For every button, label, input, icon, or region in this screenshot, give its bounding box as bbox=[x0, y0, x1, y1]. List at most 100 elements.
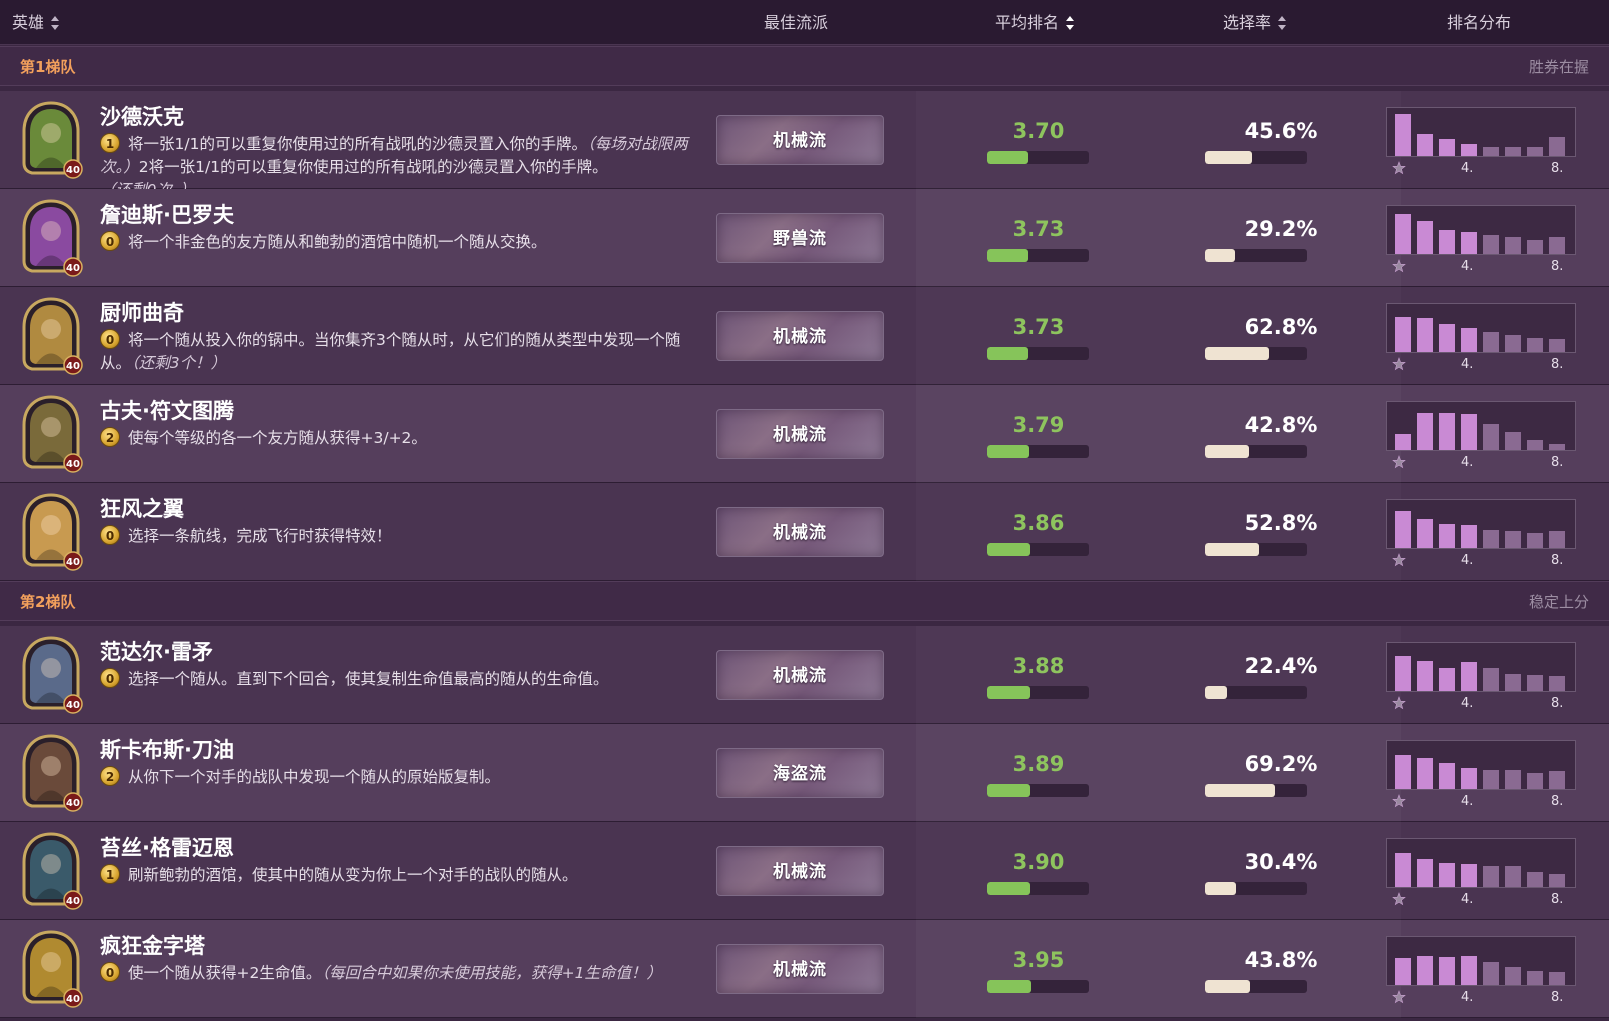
rank-dist-bar bbox=[1417, 221, 1433, 254]
hero-power: 0 使一个随从获得+2生命值。（每回合中如果你未使用技能，获得+1生命值！） bbox=[100, 962, 690, 985]
hero-portrait[interactable]: 40 bbox=[16, 297, 86, 377]
axis-label-end: 8. bbox=[1551, 161, 1564, 176]
rank-dist-chart bbox=[1386, 642, 1576, 692]
cost-badge: 0 bbox=[100, 962, 120, 982]
rank-dist-bar bbox=[1395, 656, 1411, 691]
avg-rank-bar-fill bbox=[987, 249, 1028, 262]
best-comp-button[interactable]: 机械流 bbox=[716, 846, 884, 896]
hero-name[interactable]: 疯狂金字塔 bbox=[100, 930, 205, 960]
cost-badge: 0 bbox=[100, 525, 120, 545]
rank-dist-bar bbox=[1395, 755, 1411, 789]
rank-dist-bar bbox=[1549, 531, 1565, 548]
rank-dist-bar bbox=[1549, 444, 1565, 450]
hero-portrait[interactable]: 40 bbox=[16, 832, 86, 912]
rank-dist-bar bbox=[1483, 668, 1499, 691]
rank-dist-bar bbox=[1483, 530, 1499, 548]
pick-rate-cell: 69.2% bbox=[1161, 724, 1401, 822]
hero-name[interactable]: 詹迪斯·巴罗夫 bbox=[100, 199, 234, 229]
rank-dist-bar bbox=[1395, 114, 1411, 156]
best-comp-button[interactable]: 机械流 bbox=[716, 409, 884, 459]
cost-badge: 2 bbox=[100, 766, 120, 786]
hero-name[interactable]: 厨师曲奇 bbox=[100, 297, 184, 327]
pick-rate-bar-fill bbox=[1205, 686, 1228, 699]
axis-label-mid: 4. bbox=[1461, 455, 1474, 470]
axis-label-end: 8. bbox=[1551, 553, 1564, 568]
hero-row[interactable]: 40 疯狂金字塔 0 使一个随从获得+2生命值。（每回合中如果你未使用技能，获得+… bbox=[0, 920, 1609, 1018]
header-pick-rate[interactable]: 选择率 bbox=[1223, 0, 1287, 45]
star-icon bbox=[1392, 161, 1406, 175]
cost-badge: 1 bbox=[100, 864, 120, 884]
hero-portrait[interactable]: 40 bbox=[16, 199, 86, 279]
best-comp-button[interactable]: 野兽流 bbox=[716, 213, 884, 263]
hero-portrait[interactable]: 40 bbox=[16, 101, 86, 181]
hero-row[interactable]: 40 沙德沃克 1 将一张1/1的可以重复你使用过的所有战吼的沙德灵置入你的手牌。… bbox=[0, 91, 1609, 199]
best-comp-button[interactable]: 机械流 bbox=[716, 115, 884, 165]
axis-label-mid: 4. bbox=[1461, 161, 1474, 176]
hero-power-text: 2将一张1/1的可以重复你使用过的所有战吼的沙德灵置入你的手牌。 bbox=[138, 158, 608, 176]
rank-dist-bar bbox=[1483, 147, 1499, 156]
hero-portrait[interactable]: 40 bbox=[16, 930, 86, 1010]
hero-power-text: 将一张1/1的可以重复你使用过的所有战吼的沙德灵置入你的手牌。 bbox=[128, 135, 587, 153]
rank-dist-bar bbox=[1527, 675, 1543, 691]
hero-name[interactable]: 斯卡布斯·刀油 bbox=[100, 734, 234, 764]
avg-rank-value: 3.86 bbox=[1012, 511, 1065, 535]
hero-name[interactable]: 范达尔·雷矛 bbox=[100, 636, 213, 666]
avg-rank-value: 3.90 bbox=[1012, 850, 1065, 874]
hero-portrait[interactable]: 40 bbox=[16, 734, 86, 814]
hero-power: 0 将一个非金色的友方随从和鲍勃的酒馆中随机一个随从交换。 bbox=[100, 231, 690, 254]
pick-rate-bar bbox=[1205, 151, 1307, 164]
sort-icon bbox=[1278, 16, 1287, 30]
hero-name[interactable]: 古夫·符文图腾 bbox=[100, 395, 234, 425]
star-icon bbox=[1392, 892, 1406, 906]
hero-row[interactable]: 40 范达尔·雷矛 0 选择一个随从。直到下个回合，使其复制生命值最高的随从的生命… bbox=[0, 626, 1609, 724]
avg-rank-cell: 3.95 bbox=[916, 920, 1161, 1018]
header-avg-rank[interactable]: 平均排名 bbox=[995, 0, 1075, 45]
pick-rate-cell: 52.8% bbox=[1161, 483, 1401, 581]
hero-row[interactable]: 40 苔丝·格雷迈恩 1 刷新鲍勃的酒馆，使其中的随从变为你上一个对手的战队的随从… bbox=[0, 822, 1609, 920]
avg-rank-bar-fill bbox=[987, 882, 1030, 895]
star-icon bbox=[1392, 794, 1406, 808]
hero-row[interactable]: 40 斯卡布斯·刀油 2 从你下一个对手的战队中发现一个随从的原始版复制。 海盗流… bbox=[0, 724, 1609, 822]
hero-row[interactable]: 40 古夫·符文图腾 2 使每个等级的各一个友方随从获得+3/+2。 机械流 3.… bbox=[0, 385, 1609, 483]
rank-dist-bar bbox=[1395, 317, 1411, 352]
best-comp-button[interactable]: 机械流 bbox=[716, 944, 884, 994]
hero-power: 0 将一个随从投入你的锅中。当你集齐3个随从时，从它们的随从类型中发现一个随从。（… bbox=[100, 329, 690, 375]
rank-dist-bar bbox=[1527, 440, 1543, 450]
rank-dist-bar bbox=[1461, 525, 1477, 548]
sort-icon bbox=[51, 16, 60, 30]
svg-text:40: 40 bbox=[66, 896, 80, 907]
hero-name[interactable]: 沙德沃克 bbox=[100, 101, 184, 131]
hero-name[interactable]: 苔丝·格雷迈恩 bbox=[100, 832, 234, 862]
rank-dist-bar bbox=[1505, 531, 1521, 548]
rank-dist-bar bbox=[1505, 237, 1521, 254]
avg-rank-bar bbox=[987, 686, 1089, 699]
pick-rate-bar-fill bbox=[1205, 543, 1260, 556]
hero-power-text: 选择一条航线，完成飞行时获得特效！ bbox=[128, 527, 392, 545]
hero-portrait[interactable]: 40 bbox=[16, 395, 86, 475]
rank-dist-bar bbox=[1505, 770, 1521, 789]
pick-rate-value: 42.8% bbox=[1244, 413, 1318, 437]
hero-power-text: 使每个等级的各一个友方随从获得+3/+2。 bbox=[128, 429, 427, 447]
header-best-comp: 最佳流派 bbox=[764, 0, 828, 45]
rank-dist-chart bbox=[1386, 499, 1576, 549]
best-comp-button[interactable]: 机械流 bbox=[716, 507, 884, 557]
rank-dist-bar bbox=[1417, 134, 1433, 156]
rank-dist-bar bbox=[1461, 662, 1477, 691]
hero-row[interactable]: 40 厨师曲奇 0 将一个随从投入你的锅中。当你集齐3个随从时，从它们的随从类型中… bbox=[0, 287, 1609, 385]
best-comp-button[interactable]: 机械流 bbox=[716, 650, 884, 700]
hero-portrait[interactable]: 40 bbox=[16, 636, 86, 716]
hero-portrait[interactable]: 40 bbox=[16, 493, 86, 573]
hero-name[interactable]: 狂风之翼 bbox=[100, 493, 184, 523]
avg-rank-cell: 3.73 bbox=[916, 189, 1161, 287]
best-comp-button[interactable]: 海盗流 bbox=[716, 748, 884, 798]
header-hero[interactable]: 英雄 bbox=[12, 0, 60, 45]
hero-row[interactable]: 40 詹迪斯·巴罗夫 0 将一个非金色的友方随从和鲍勃的酒馆中随机一个随从交换。 … bbox=[0, 189, 1609, 287]
rank-dist-bar bbox=[1527, 971, 1543, 985]
hero-portrait-icon: 40 bbox=[22, 297, 83, 375]
best-comp-button[interactable]: 机械流 bbox=[716, 311, 884, 361]
svg-text:40: 40 bbox=[66, 459, 80, 470]
axis-label-end: 8. bbox=[1551, 455, 1564, 470]
rank-dist-bar bbox=[1505, 674, 1521, 691]
avg-rank-bar bbox=[987, 543, 1089, 556]
hero-row[interactable]: 40 狂风之翼 0 选择一条航线，完成飞行时获得特效！ 机械流 3.86 52.8… bbox=[0, 483, 1609, 581]
